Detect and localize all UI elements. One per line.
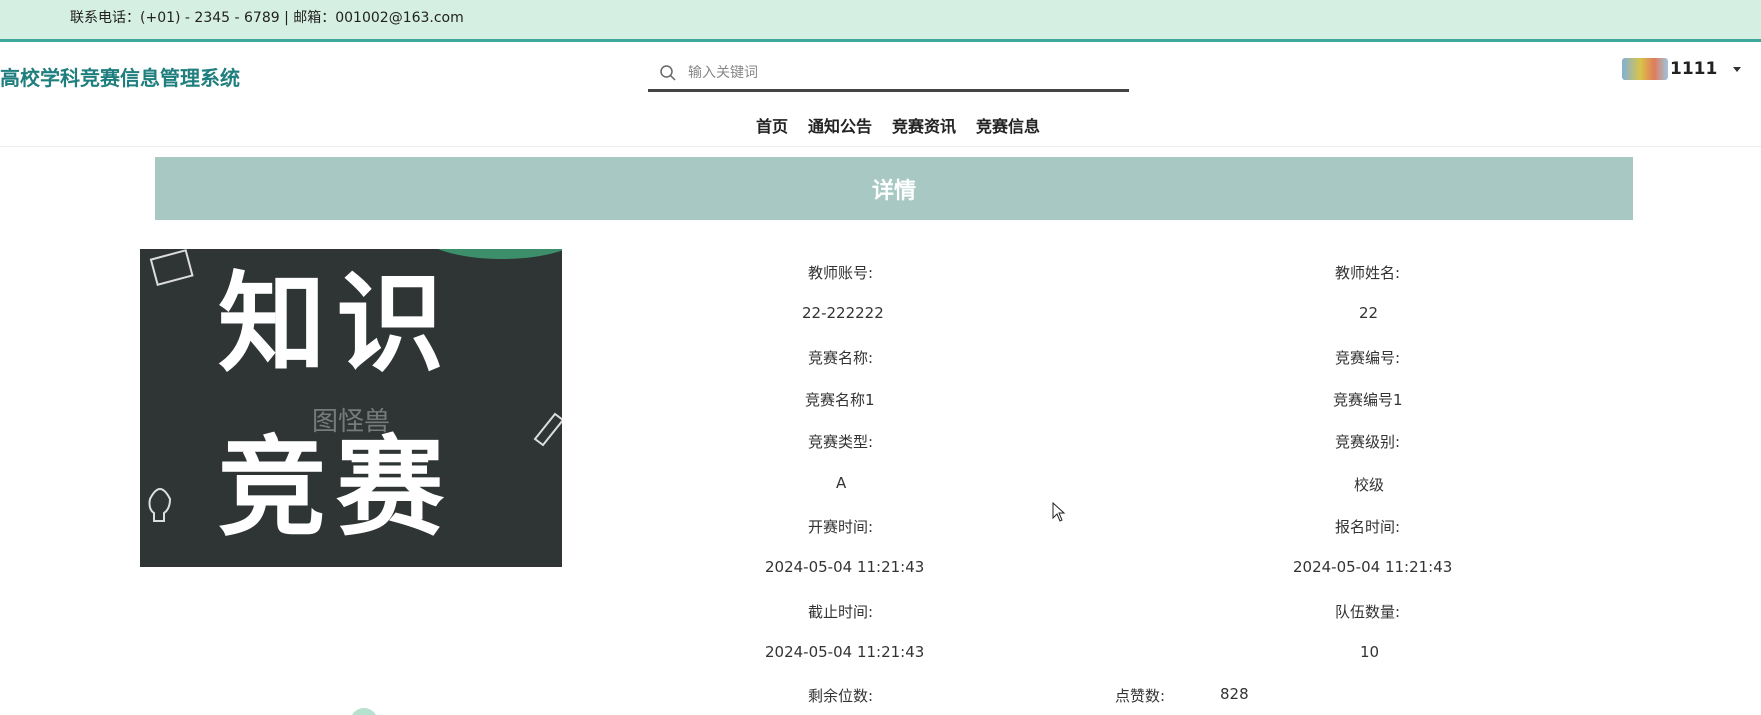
deadline-value: 2024-05-04 11:21:43 [765, 643, 925, 661]
main-nav: 首页 通知公告 竞赛资讯 竞赛信息 [756, 113, 1040, 137]
nav-news[interactable]: 竞赛资讯 [892, 113, 956, 137]
contest-type-value: A [836, 474, 847, 492]
search-bar [648, 56, 1129, 92]
teacher-account-value: 22-222222 [802, 304, 884, 322]
user-menu[interactable]: 1111 [1622, 58, 1742, 80]
poster-text-line2: 竞赛 [218, 426, 455, 551]
deadline-label: 截止时间: [808, 603, 874, 621]
avatar [1622, 58, 1668, 80]
search-icon[interactable] [648, 56, 688, 90]
signup-time-label: 报名时间: [1335, 518, 1401, 536]
teacher-name-label: 教师姓名: [1335, 264, 1401, 282]
contest-no-value: 竞赛编号1 [1333, 391, 1403, 409]
contest-name-label: 竞赛名称: [808, 349, 874, 367]
header: 高校学科竞赛信息管理系统 1111 首页 通知公告 竞赛资讯 竞赛信息 [0, 42, 1761, 147]
nav-notices[interactable]: 通知公告 [808, 113, 872, 137]
likes-value: 828 [1220, 685, 1249, 703]
nav-contests[interactable]: 竞赛信息 [976, 113, 1040, 137]
teacher-account-label: 教师账号: [808, 264, 874, 282]
contest-level-value: 校级 [1354, 476, 1385, 494]
team-count-label: 队伍数量: [1335, 603, 1401, 621]
remaining-label: 剩余位数: [808, 687, 874, 705]
signup-time-value: 2024-05-04 11:21:43 [1293, 558, 1453, 576]
user-name[interactable]: 1111 [1670, 59, 1717, 79]
teacher-name-value: 22 [1359, 304, 1379, 322]
contest-poster-image: 知识 图怪兽 竞赛 [140, 249, 562, 567]
start-time-label: 开赛时间: [808, 518, 874, 536]
likes-label: 点赞数: [1115, 687, 1166, 705]
contact-bar: 联系电话：(+01) - 2345 - 6789 | 邮箱：001002@163… [0, 0, 1761, 42]
mouse-cursor-icon [1052, 502, 1066, 522]
caret-down-icon[interactable] [1733, 66, 1742, 72]
nav-home[interactable]: 首页 [756, 113, 788, 137]
detail-banner: 详情 [155, 157, 1633, 220]
contest-no-label: 竞赛编号: [1335, 349, 1401, 367]
contest-level-label: 竞赛级别: [1335, 433, 1401, 451]
contest-name-value: 竞赛名称1 [805, 391, 875, 409]
start-time-value: 2024-05-04 11:21:43 [765, 558, 925, 576]
contact-info: 联系电话：(+01) - 2345 - 6789 | 邮箱：001002@163… [70, 10, 464, 26]
site-title[interactable]: 高校学科竞赛信息管理系统 [0, 62, 240, 91]
floating-button[interactable] [350, 708, 378, 715]
poster-text-line1: 知识 [218, 262, 455, 387]
contest-type-label: 竞赛类型: [808, 433, 874, 451]
team-count-value: 10 [1360, 643, 1380, 661]
detail-title: 详情 [871, 178, 916, 204]
search-input[interactable] [688, 64, 1108, 81]
